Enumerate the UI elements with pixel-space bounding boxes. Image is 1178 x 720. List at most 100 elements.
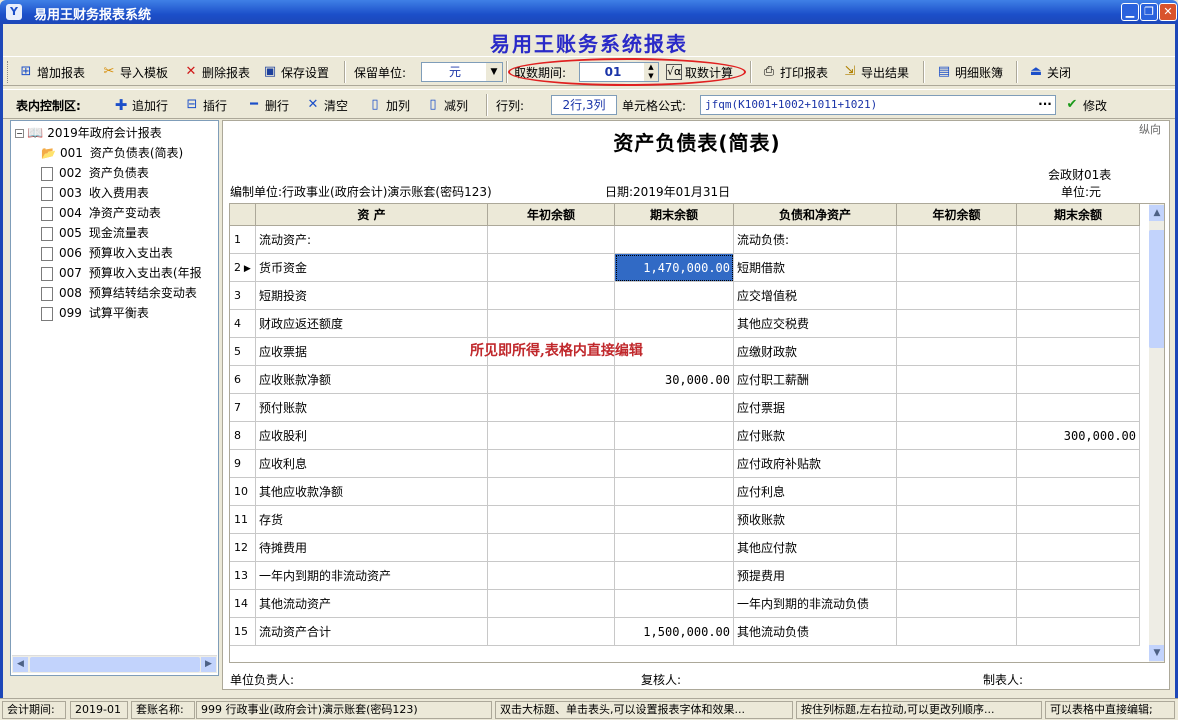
- scroll-left-icon[interactable]: ◀: [13, 657, 28, 672]
- tree-item[interactable]: 099 试算平衡表: [41, 303, 149, 323]
- tree-item[interactable]: 002 资产负债表: [41, 163, 149, 183]
- table-cell[interactable]: [615, 590, 734, 618]
- table-cell[interactable]: [488, 394, 615, 422]
- add-column-button[interactable]: ▯ 加列: [364, 94, 413, 116]
- table-cell[interactable]: 存货: [256, 506, 488, 534]
- table-cell[interactable]: [1017, 618, 1140, 646]
- table-row[interactable]: 5 应收票据 应缴财政款: [230, 338, 1141, 366]
- table-row[interactable]: 8 应收股利 应付账款 300,000.00: [230, 422, 1141, 450]
- table-cell[interactable]: [1017, 394, 1140, 422]
- table-cell[interactable]: [1017, 478, 1140, 506]
- minimize-button[interactable]: ▁: [1121, 3, 1139, 21]
- table-cell[interactable]: 其他应付款: [734, 534, 897, 562]
- table-cell[interactable]: [615, 282, 734, 310]
- table-cell[interactable]: [1017, 506, 1140, 534]
- maximize-button[interactable]: ❐: [1140, 3, 1158, 21]
- table-cell[interactable]: [1017, 282, 1140, 310]
- table-cell[interactable]: [1017, 366, 1140, 394]
- table-cell[interactable]: [488, 506, 615, 534]
- column-header[interactable]: 年初余额: [897, 204, 1017, 226]
- unit-select[interactable]: 元 ▼: [421, 62, 503, 82]
- save-settings-button[interactable]: ▣ 保存设置: [259, 61, 332, 83]
- tree-item[interactable]: 006 预算收入支出表: [41, 243, 173, 263]
- table-row[interactable]: 13 一年内到期的非流动资产 预提费用: [230, 562, 1141, 590]
- table-cell[interactable]: 财政应返还额度: [256, 310, 488, 338]
- column-header[interactable]: 资 产: [256, 204, 488, 226]
- table-cell[interactable]: [897, 506, 1017, 534]
- add-row-button[interactable]: ✚ 追加行: [110, 94, 171, 116]
- table-cell[interactable]: 应付账款: [734, 422, 897, 450]
- table-cell[interactable]: [1017, 450, 1140, 478]
- table-cell[interactable]: [897, 254, 1017, 282]
- ledger-button[interactable]: ▤ 明细账簿: [933, 61, 1006, 83]
- table-cell[interactable]: [1017, 226, 1140, 254]
- table-cell[interactable]: 300,000.00: [1017, 422, 1140, 450]
- table-row[interactable]: 10 其他应收款净额 应付利息: [230, 478, 1141, 506]
- rowcol-field[interactable]: 2行,3列: [551, 95, 617, 115]
- table-cell[interactable]: 应缴财政款: [734, 338, 897, 366]
- table-row[interactable]: 11 存货 预收账款: [230, 506, 1141, 534]
- add-report-button[interactable]: ⊞ 增加报表: [15, 61, 88, 83]
- table-cell[interactable]: [897, 618, 1017, 646]
- close-window-button[interactable]: ✕: [1159, 3, 1177, 21]
- table-cell[interactable]: [488, 310, 615, 338]
- table-cell[interactable]: [615, 422, 734, 450]
- column-header[interactable]: 期末余额: [1017, 204, 1140, 226]
- table-cell[interactable]: 预付账款: [256, 394, 488, 422]
- delete-row-button[interactable]: ━ 删行: [243, 94, 292, 116]
- table-cell[interactable]: [897, 562, 1017, 590]
- table-cell[interactable]: 其他流动资产: [256, 590, 488, 618]
- table-cell[interactable]: [897, 534, 1017, 562]
- table-cell[interactable]: 预收账款: [734, 506, 897, 534]
- print-report-button[interactable]: ⎙ 打印报表: [758, 61, 831, 83]
- table-cell[interactable]: [897, 478, 1017, 506]
- grid-vscrollbar[interactable]: ▲ ▼: [1149, 204, 1164, 662]
- table-row[interactable]: 9 应收利息 应付政府补贴款: [230, 450, 1141, 478]
- table-cell[interactable]: 应交增值税: [734, 282, 897, 310]
- table-cell[interactable]: [488, 618, 615, 646]
- tree-item[interactable]: 003 收入费用表: [41, 183, 149, 203]
- table-cell[interactable]: [897, 282, 1017, 310]
- export-button[interactable]: ⇲ 导出结果: [839, 61, 912, 83]
- tree-item[interactable]: 005 现金流量表: [41, 223, 149, 243]
- scroll-up-icon[interactable]: ▲: [1149, 205, 1164, 221]
- tree-item[interactable]: 007 预算收入支出表(年报: [41, 263, 202, 283]
- import-template-button[interactable]: ✂ 导入模板: [98, 61, 171, 83]
- table-cell[interactable]: [615, 226, 734, 254]
- ellipsis-icon[interactable]: ···: [1036, 96, 1054, 114]
- formula-input[interactable]: jfqm(K1001+1002+1011+1021): [700, 95, 1056, 115]
- table-cell[interactable]: [488, 366, 615, 394]
- collapse-icon[interactable]: −: [15, 129, 24, 138]
- table-cell[interactable]: [897, 226, 1017, 254]
- table-cell[interactable]: 应收利息: [256, 450, 488, 478]
- table-cell[interactable]: [615, 506, 734, 534]
- table-cell[interactable]: 流动负债:: [734, 226, 897, 254]
- table-cell[interactable]: [615, 450, 734, 478]
- chevron-down-icon[interactable]: ▼: [486, 63, 502, 81]
- insert-row-button[interactable]: ⊟ 插行: [181, 94, 230, 116]
- table-cell[interactable]: [897, 310, 1017, 338]
- table-row[interactable]: 14 其他流动资产 一年内到期的非流动负债: [230, 590, 1141, 618]
- table-cell[interactable]: 短期借款: [734, 254, 897, 282]
- table-cell[interactable]: 其他应交税费: [734, 310, 897, 338]
- report-title[interactable]: 资产负债表(简表): [223, 127, 1171, 156]
- tree-item[interactable]: 004 净资产变动表: [41, 203, 161, 223]
- tree-item[interactable]: 📂 001 资产负债表(简表): [41, 143, 183, 163]
- table-cell[interactable]: [488, 450, 615, 478]
- table-cell[interactable]: [897, 590, 1017, 618]
- table-cell[interactable]: 应付利息: [734, 478, 897, 506]
- table-cell[interactable]: 流动资产:: [256, 226, 488, 254]
- table-cell[interactable]: [488, 562, 615, 590]
- table-cell[interactable]: 应付政府补贴款: [734, 450, 897, 478]
- table-cell[interactable]: [897, 366, 1017, 394]
- table-cell[interactable]: [897, 422, 1017, 450]
- table-cell[interactable]: [488, 478, 615, 506]
- table-cell[interactable]: 一年内到期的非流动负债: [734, 590, 897, 618]
- column-header[interactable]: 负债和净资产: [734, 204, 897, 226]
- table-cell[interactable]: [1017, 338, 1140, 366]
- delete-report-button[interactable]: ✕ 删除报表: [180, 61, 253, 83]
- table-cell[interactable]: 短期投资: [256, 282, 488, 310]
- table-cell[interactable]: [1017, 590, 1140, 618]
- table-cell[interactable]: 一年内到期的非流动资产: [256, 562, 488, 590]
- table-cell[interactable]: [1017, 562, 1140, 590]
